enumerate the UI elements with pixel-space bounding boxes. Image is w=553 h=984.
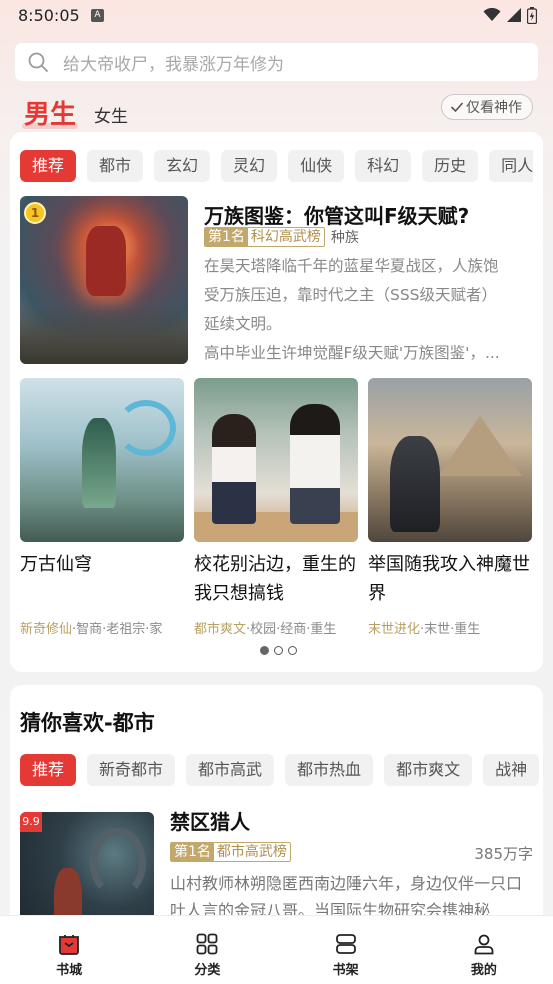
book-tag-highlight: 末世进化 <box>368 622 421 637</box>
carousel-dot[interactable] <box>288 646 297 655</box>
bottom-nav: 书城 分类 书架 我的 <box>0 915 553 984</box>
category-chip[interactable]: 科幻 <box>355 150 412 182</box>
featured-book[interactable]: 1 万族图鉴：你管这叫F级天赋? 第1名 科幻高武榜 种族 在昊天塔降临千年的蓝… <box>20 196 533 364</box>
check-icon <box>450 102 464 113</box>
rank-label: 第1名 <box>171 843 214 861</box>
nav-category[interactable]: 分类 <box>138 916 276 984</box>
book-title[interactable]: 万古仙穹 <box>20 550 184 608</box>
signal-icon <box>507 8 521 22</box>
guess-you-like-card: 猜你喜欢-都市 推荐 新奇都市 都市高武 都市热血 都市爽文 战神 9.9 禁区… <box>10 685 543 945</box>
book-tags: 末世进化·末世·重生 <box>368 618 532 637</box>
subcategory-chip[interactable]: 推荐 <box>20 754 77 786</box>
category-chip[interactable]: 历史 <box>422 150 479 182</box>
battery-icon <box>527 6 537 24</box>
section-title: 猜你喜欢-都市 <box>20 711 155 735</box>
cover-art-rocks <box>20 304 188 364</box>
nav-bookshelf[interactable]: 书架 <box>277 916 415 984</box>
carousel-dot[interactable] <box>260 646 269 655</box>
description-line: 受万族压迫，靠时代之主（SSS级天赋者） <box>204 286 498 304</box>
status-bar: 8:50:05 A <box>0 0 553 32</box>
book-tags: 都市爽文·校园·经商·重生 <box>194 618 358 637</box>
search-bar[interactable]: 给大帝收尸，我暴涨万年修为 <box>14 42 539 82</box>
bookstore-icon <box>59 935 80 955</box>
rank-list-name: 都市高武榜 <box>216 844 287 860</box>
featured-book-title[interactable]: 万族图鉴：你管这叫F级天赋? <box>204 200 469 229</box>
category-chip[interactable]: 仙侠 <box>288 150 345 182</box>
nav-bookstore[interactable]: 书城 <box>0 916 138 984</box>
tab-male[interactable]: 男生 <box>21 94 79 131</box>
nav-label: 书架 <box>332 963 359 978</box>
rank-badge: 第1名 都市高武榜 <box>170 842 291 862</box>
category-chips: 推荐 都市 玄幻 灵幻 仙侠 科幻 历史 同人 <box>20 150 533 182</box>
category-chip[interactable]: 玄幻 <box>154 150 211 182</box>
book-card[interactable]: 万古仙穹 新奇修仙·智商·老祖宗·家 <box>20 378 184 637</box>
status-time: 8:50:05 <box>18 6 80 25</box>
score-badge: 9.9 <box>20 812 42 832</box>
category-grid-icon <box>196 933 218 955</box>
subcategory-chip[interactable]: 新奇都市 <box>87 754 176 786</box>
book-tag-highlight: 新奇修仙 <box>20 622 73 637</box>
subcategory-chip[interactable]: 都市热血 <box>285 754 374 786</box>
book-cover[interactable] <box>194 378 358 542</box>
featured-tags: 第1名 科幻高武榜 种族 <box>204 227 359 247</box>
gender-tabs: 男生 女生 <box>21 94 128 131</box>
nav-label: 我的 <box>470 963 497 978</box>
only-masterpieces-label: 仅看神作 <box>466 100 522 116</box>
nav-label: 分类 <box>194 963 221 978</box>
featured-book-cover[interactable]: 1 <box>20 196 188 364</box>
book-grid: 万古仙穹 新奇修仙·智商·老祖宗·家 校花别沾边，重生的我只想搞钱 都市爽文·校… <box>20 378 533 638</box>
search-icon <box>28 52 48 72</box>
category-chip[interactable]: 推荐 <box>20 150 77 182</box>
search-placeholder: 给大帝收尸，我暴涨万年修为 <box>63 54 284 75</box>
book-tag-rest: ·末世·重生 <box>420 622 481 637</box>
subcategory-chip[interactable]: 战神 <box>483 754 540 786</box>
category-chip[interactable]: 同人 <box>489 150 533 182</box>
book-title[interactable]: 举国随我攻入神魔世界 <box>368 550 532 608</box>
nav-label: 书城 <box>56 963 83 978</box>
recommend-card: 推荐 都市 玄幻 灵幻 仙侠 科幻 历史 同人 1 万族图鉴：你管这叫F级天赋?… <box>10 132 543 672</box>
featured-book-description: 在昊天塔降临千年的蓝星华夏战区，人族饱 受万族压迫，靠时代之主（SSS级天赋者）… <box>204 252 534 368</box>
word-count: 385万字 <box>474 845 533 863</box>
book-cover[interactable] <box>20 378 184 542</box>
tab-female[interactable]: 女生 <box>94 102 128 127</box>
description-line: 在昊天塔降临千年的蓝星华夏战区，人族饱 <box>204 257 499 275</box>
book-tag-rest: ·智商·老祖宗·家 <box>72 622 163 637</box>
description-line: 延续文明。 <box>204 315 282 333</box>
book-tag-rest: ·校园·经商·重生 <box>246 622 337 637</box>
rank-label: 第1名 <box>205 228 248 246</box>
book-cover[interactable] <box>368 378 532 542</box>
wifi-icon <box>483 8 501 21</box>
carousel-dot[interactable] <box>274 646 283 655</box>
book-tags: 新奇修仙·智商·老祖宗·家 <box>20 618 184 637</box>
profile-icon <box>474 934 494 955</box>
book-title[interactable]: 校花别沾边，重生的我只想搞钱 <box>194 550 358 608</box>
rank-list-name: 科幻高武榜 <box>250 229 321 245</box>
status-icons <box>483 6 537 24</box>
rank-medal-icon: 1 <box>24 202 46 224</box>
genre-tag: 种族 <box>330 230 359 246</box>
book-card[interactable]: 举国随我攻入神魔世界 末世进化·末世·重生 <box>368 378 532 637</box>
bookshelf-icon <box>335 934 356 954</box>
category-chip[interactable]: 都市 <box>87 150 144 182</box>
rank-badge: 第1名 科幻高武榜 <box>204 227 325 247</box>
notification-icon: A <box>91 9 104 22</box>
book-card[interactable]: 校花别沾边，重生的我只想搞钱 都市爽文·校园·经商·重生 <box>194 378 358 637</box>
book-title[interactable]: 禁区猎人 <box>170 806 250 835</box>
subcategory-chips: 推荐 新奇都市 都市高武 都市热血 都市爽文 战神 <box>20 754 543 786</box>
subcategory-chip[interactable]: 都市爽文 <box>384 754 473 786</box>
cover-art-figure <box>86 226 126 296</box>
description-line: 高中毕业生许坤觉醒F级天赋'万族图鉴'，... <box>204 344 500 362</box>
carousel-indicator <box>260 646 297 655</box>
book-tag-highlight: 都市爽文 <box>194 622 247 637</box>
category-chip[interactable]: 灵幻 <box>221 150 278 182</box>
book-tags: 第1名 都市高武榜 <box>170 842 291 862</box>
only-masterpieces-toggle[interactable]: 仅看神作 <box>441 94 533 120</box>
subcategory-chip[interactable]: 都市高武 <box>186 754 275 786</box>
nav-profile[interactable]: 我的 <box>415 916 553 984</box>
